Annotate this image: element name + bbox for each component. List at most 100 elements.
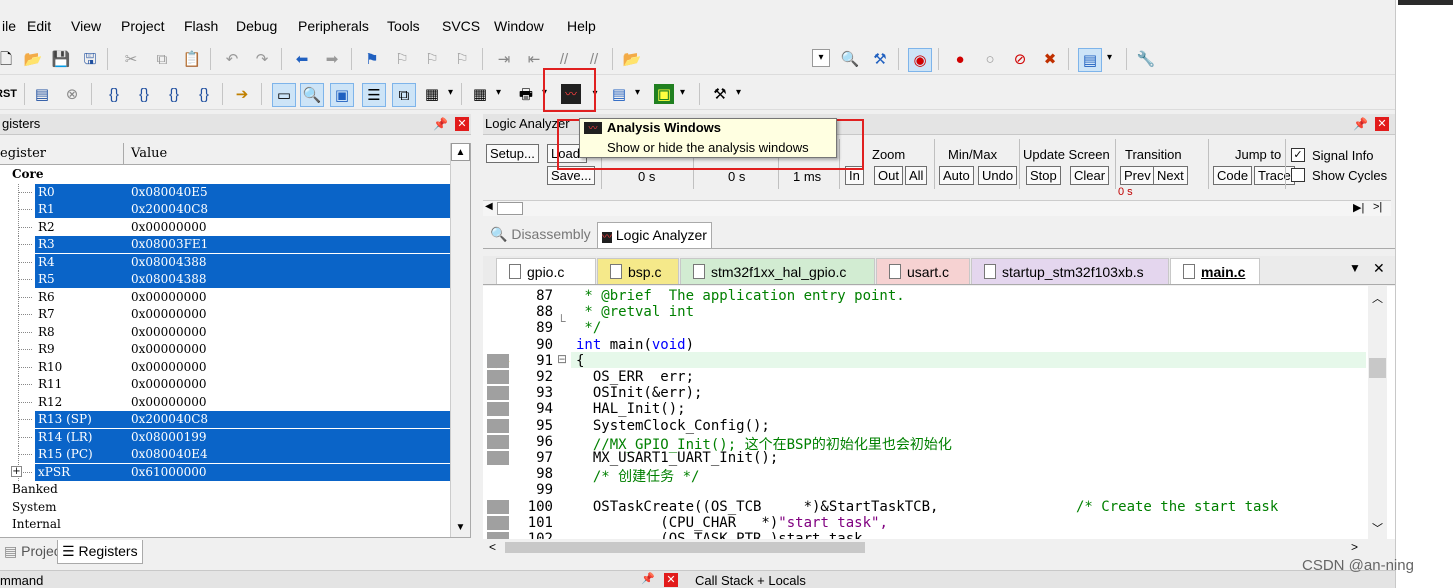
register-value[interactable]: 0x00000000 bbox=[131, 341, 206, 358]
undo-icon[interactable]: ↶ bbox=[222, 49, 242, 69]
menu-view[interactable]: View bbox=[71, 18, 101, 34]
tab-startup-stm32f103xb-s[interactable]: startup_stm32f103xb.s bbox=[971, 258, 1169, 284]
scroll-left-icon[interactable]: < bbox=[489, 540, 496, 554]
scroll-left-icon[interactable]: ◀ bbox=[485, 201, 493, 212]
register-row[interactable]: R3 0x08003FE1 bbox=[0, 236, 450, 254]
save-all-icon[interactable]: 🖫 bbox=[80, 49, 100, 69]
serial-windows-icon[interactable]: 🖶 bbox=[516, 84, 547, 104]
pin-icon[interactable]: 📌 bbox=[641, 572, 655, 585]
comment-icon[interactable]: // bbox=[554, 49, 574, 69]
jump-trace-button[interactable]: Trace bbox=[1254, 166, 1295, 185]
indent-icon[interactable]: ⇥ bbox=[494, 49, 514, 69]
code-line[interactable]: SystemClock_Config(); bbox=[576, 418, 770, 434]
menu-tools[interactable]: Tools bbox=[387, 18, 420, 34]
menu-file[interactable]: ile bbox=[2, 18, 16, 34]
register-row[interactable]: + xPSR 0x61000000 bbox=[0, 463, 450, 482]
register-value[interactable]: 0x08000199 bbox=[131, 429, 206, 446]
scroll-up-icon[interactable]: ︿ bbox=[1372, 290, 1383, 306]
register-row[interactable]: R6 0x00000000 bbox=[0, 288, 450, 307]
column-register[interactable]: egister bbox=[0, 146, 46, 161]
register-row[interactable]: R13 (SP) 0x200040C8 bbox=[0, 411, 450, 429]
register-row[interactable]: R9 0x00000000 bbox=[0, 341, 450, 359]
minmax-auto-button[interactable]: Auto bbox=[939, 166, 974, 185]
register-value[interactable]: 0x08004388 bbox=[131, 254, 206, 271]
register-value[interactable]: 0x080040E5 bbox=[131, 184, 208, 201]
update-stop-button[interactable]: Stop bbox=[1026, 166, 1061, 185]
menu-svcs[interactable]: SVCS bbox=[442, 18, 480, 34]
toolbox-icon[interactable]: ⚒ bbox=[710, 84, 741, 104]
menu-help[interactable]: Help bbox=[567, 18, 596, 34]
find-in-files-icon[interactable]: 📂 bbox=[622, 49, 642, 69]
incremental-find-icon[interactable]: ⚒ bbox=[870, 49, 890, 69]
register-value[interactable]: 0x00000000 bbox=[131, 219, 206, 236]
jump-code-button[interactable]: Code bbox=[1213, 166, 1253, 185]
register-group[interactable]: Internal bbox=[0, 516, 450, 534]
scroll-end-icon[interactable]: >| bbox=[1373, 201, 1382, 213]
setup-button[interactable]: Setup... bbox=[486, 144, 539, 163]
disassembly-window-icon[interactable]: 🔍 bbox=[300, 83, 324, 107]
show-cycles-checkbox[interactable] bbox=[1291, 168, 1305, 182]
cut-icon[interactable]: ✂ bbox=[121, 49, 141, 69]
register-row[interactable]: R1 0x200040C8 bbox=[0, 201, 450, 219]
register-value[interactable]: 0x00000000 bbox=[131, 289, 206, 306]
reset-icon[interactable]: RST bbox=[0, 84, 17, 104]
registers-scrollbar[interactable]: ▲ ▼ bbox=[450, 143, 470, 537]
step-out-icon[interactable]: {} bbox=[164, 84, 184, 104]
code-line[interactable]: (CPU_CHAR *)"start task", bbox=[576, 515, 888, 531]
register-value[interactable]: 0x00000000 bbox=[131, 394, 206, 411]
show-next-statement-icon[interactable]: ➔ bbox=[232, 84, 252, 104]
register-row[interactable]: R12 0x00000000 bbox=[0, 393, 450, 412]
enable-breakpoint-icon[interactable]: ○ bbox=[980, 49, 1000, 69]
insert-breakpoint-icon[interactable]: ● bbox=[950, 49, 970, 69]
code-line[interactable]: /* 创建任务 */ bbox=[576, 466, 700, 486]
code-line[interactable]: (OS_TASK_PTR )start_task, bbox=[576, 531, 871, 539]
register-value[interactable]: 0x080040E4 bbox=[131, 446, 208, 463]
scroll-right-icon[interactable]: ▶| bbox=[1353, 201, 1364, 214]
register-value[interactable]: 0x200040C8 bbox=[131, 411, 208, 428]
clear-bookmarks-icon[interactable]: ⚐ bbox=[452, 49, 472, 69]
code-line[interactable]: { bbox=[576, 353, 584, 369]
menu-project[interactable]: Project bbox=[121, 18, 165, 34]
debug-session-icon[interactable]: ◉ bbox=[908, 48, 932, 72]
next-bookmark-icon[interactable]: ⚐ bbox=[422, 49, 442, 69]
kill-breakpoints-icon[interactable]: ✖ bbox=[1040, 49, 1060, 69]
disable-breakpoints-icon[interactable]: ⊘ bbox=[1010, 49, 1030, 69]
new-file-icon[interactable]: 🗋 bbox=[0, 49, 16, 69]
menu-edit[interactable]: Edit bbox=[27, 18, 51, 34]
register-row[interactable]: R15 (PC) 0x080040E4 bbox=[0, 446, 450, 464]
stop-icon[interactable]: ⊗ bbox=[62, 84, 82, 104]
close-icon[interactable]: ✕ bbox=[664, 573, 678, 587]
close-icon[interactable]: ✕ bbox=[1375, 117, 1389, 131]
register-row[interactable]: R8 0x00000000 bbox=[0, 323, 450, 342]
signal-info-checkbox[interactable]: ✓ bbox=[1291, 148, 1305, 162]
tab-usart-c[interactable]: usart.c bbox=[876, 258, 970, 284]
code-line[interactable]: OSInit(&err); bbox=[576, 385, 703, 401]
register-row[interactable]: R10 0x00000000 bbox=[0, 358, 450, 377]
window-layout-icon[interactable]: ▤ bbox=[1078, 48, 1112, 72]
tab-logic-analyzer[interactable]: 〰 Logic Analyzer bbox=[597, 222, 712, 248]
copy-icon[interactable]: ⧉ bbox=[152, 49, 172, 69]
editor-vertical-scrollbar[interactable]: ︿ ﹀ bbox=[1368, 286, 1387, 539]
registers-window-icon[interactable]: ☰ bbox=[362, 83, 386, 107]
menu-flash[interactable]: Flash bbox=[184, 18, 218, 34]
close-icon[interactable]: ✕ bbox=[455, 117, 469, 131]
tab-stm32f1xx-hal-gpio-c[interactable]: stm32f1xx_hal_gpio.c bbox=[680, 258, 875, 284]
open-folder-icon[interactable]: 📂 bbox=[23, 49, 43, 69]
register-value[interactable]: 0x61000000 bbox=[131, 464, 206, 481]
expand-icon[interactable]: + bbox=[11, 465, 22, 477]
bookmark-icon[interactable]: ⚑ bbox=[362, 49, 382, 69]
close-editor-icon[interactable]: ✕ bbox=[1373, 260, 1385, 277]
transition-next-button[interactable]: Next bbox=[1153, 166, 1188, 185]
redo-icon[interactable]: ↷ bbox=[252, 49, 272, 69]
save-icon[interactable]: 💾 bbox=[51, 49, 71, 69]
register-row[interactable]: R11 0x00000000 bbox=[0, 376, 450, 394]
register-row[interactable]: R0 0x080040E5 bbox=[0, 183, 450, 202]
configure-icon[interactable]: 🔧 bbox=[1136, 49, 1156, 69]
editor-horizontal-scrollbar[interactable]: < > bbox=[483, 539, 1368, 556]
menu-debug[interactable]: Debug bbox=[236, 18, 277, 34]
navigate-forward-icon[interactable]: ➡ bbox=[322, 49, 342, 69]
tab-gpio-c[interactable]: gpio.c bbox=[496, 258, 596, 284]
scroll-right-icon[interactable]: > bbox=[1351, 540, 1358, 554]
register-row[interactable]: R5 0x08004388 bbox=[0, 271, 450, 289]
code-line[interactable]: * @retval int bbox=[576, 304, 694, 320]
